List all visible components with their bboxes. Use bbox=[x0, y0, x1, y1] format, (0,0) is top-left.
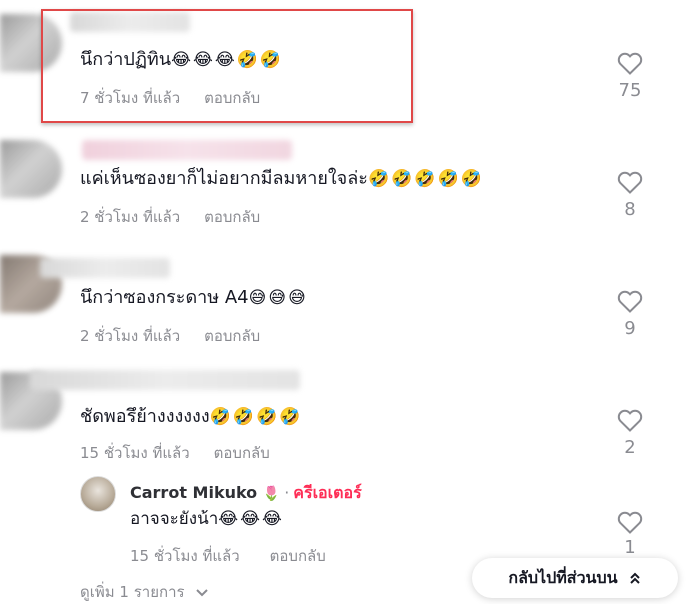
creator-avatar[interactable] bbox=[80, 476, 116, 512]
reply-time: 15 ชั่วโมง ที่แล้ว bbox=[130, 547, 240, 565]
like-button[interactable]: 2 bbox=[610, 409, 650, 458]
reply-button[interactable]: ตอบกลับ bbox=[270, 547, 326, 565]
like-count: 2 bbox=[624, 437, 636, 458]
comment-meta: 2 ชั่วโมง ที่แล้ว ตอบกลับ bbox=[80, 205, 260, 229]
reply-emojis: 😂😂😂 bbox=[218, 509, 284, 529]
like-count: 9 bbox=[624, 318, 636, 339]
tulip-icon: 🌷 bbox=[262, 486, 281, 502]
like-button[interactable]: 8 bbox=[610, 171, 650, 220]
comment-text: แค่เห็นซองยาก็ไม่อยากมีลมหายใจล่ะ🤣🤣🤣🤣🤣 bbox=[80, 167, 484, 191]
comment-time: 2 ชั่วโมง ที่แล้ว bbox=[80, 327, 181, 345]
heart-outline-icon bbox=[617, 511, 643, 534]
reply-author[interactable]: Carrot Mikuko bbox=[130, 483, 257, 502]
heart-outline-icon bbox=[617, 171, 643, 194]
separator-dot: · bbox=[284, 483, 290, 502]
like-count: 8 bbox=[624, 199, 636, 220]
chevron-down-icon bbox=[196, 588, 209, 596]
reply-button[interactable]: ตอบกลับ bbox=[204, 208, 260, 226]
comment-emojis: 😅😅😅 bbox=[248, 288, 308, 308]
reply-body: อาจจะยังน้า bbox=[130, 509, 219, 529]
reply-author-line: Carrot Mikuko 🌷 · ครีเอเตอร์ bbox=[130, 481, 362, 506]
reply-text: อาจจะยังน้า😂😂😂 bbox=[130, 507, 284, 531]
back-to-top-button[interactable]: กลับไปที่ส่วนบน bbox=[472, 558, 678, 598]
comment-body: ชัดพอรึย้างงงงงง bbox=[80, 406, 210, 427]
reply-meta: 15 ชั่วโมง ที่แล้ว ตอบกลับ bbox=[130, 544, 326, 568]
like-button[interactable]: 9 bbox=[610, 290, 650, 339]
comment-text: นึกว่าซองกระดาษ A4😅😅😅 bbox=[80, 286, 308, 310]
back-to-top-label: กลับไปที่ส่วนบน bbox=[508, 567, 618, 587]
reply-button[interactable]: ตอบกลับ bbox=[214, 444, 270, 462]
heart-outline-icon bbox=[617, 52, 643, 75]
comment-time: 15 ชั่วโมง ที่แล้ว bbox=[80, 444, 190, 462]
double-chevron-up-icon bbox=[629, 572, 640, 584]
comment-emojis: 🤣🤣🤣🤣 bbox=[209, 407, 303, 427]
like-count: 1 bbox=[624, 537, 636, 558]
comment-meta: 15 ชั่วโมง ที่แล้ว ตอบกลับ bbox=[80, 441, 270, 465]
like-count: 75 bbox=[618, 80, 642, 101]
reply-button[interactable]: ตอบกลับ bbox=[204, 327, 260, 345]
like-button[interactable]: 75 bbox=[610, 52, 650, 101]
username-blurred[interactable] bbox=[30, 370, 300, 390]
view-more-replies[interactable]: ดูเพิ่ม 1 รายการ bbox=[80, 580, 209, 604]
like-button[interactable]: 1 bbox=[610, 511, 650, 558]
comment-time: 2 ชั่วโมง ที่แล้ว bbox=[80, 208, 181, 226]
comment-body: แค่เห็นซองยาก็ไม่อยากมีลมหายใจล่ะ bbox=[80, 168, 368, 189]
comment-body: นึกว่าซองกระดาษ A4 bbox=[80, 287, 249, 308]
comment-text: ชัดพอรึย้างงงงงง🤣🤣🤣🤣 bbox=[80, 405, 302, 429]
highlight-box bbox=[41, 9, 413, 123]
heart-outline-icon bbox=[617, 409, 643, 432]
avatar[interactable] bbox=[0, 140, 62, 198]
username-blurred[interactable] bbox=[82, 140, 292, 160]
creator-badge: ครีเอเตอร์ bbox=[293, 483, 362, 502]
username-blurred[interactable] bbox=[40, 258, 170, 278]
view-more-label: ดูเพิ่ม 1 รายการ bbox=[80, 583, 185, 601]
comment-meta: 2 ชั่วโมง ที่แล้ว ตอบกลับ bbox=[80, 324, 260, 348]
heart-outline-icon bbox=[617, 290, 643, 313]
comment-emojis: 🤣🤣🤣🤣🤣 bbox=[367, 169, 484, 189]
